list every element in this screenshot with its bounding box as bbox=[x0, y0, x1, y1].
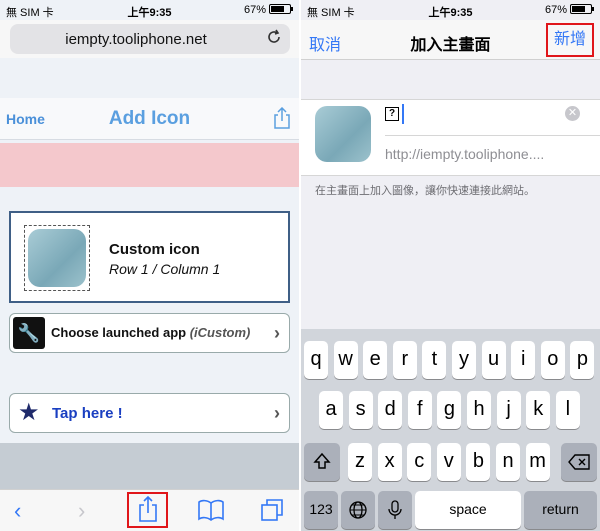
tabs-icon[interactable] bbox=[260, 498, 284, 528]
status-bar: 無 SIM 卡 上午9:35 67% bbox=[0, 0, 299, 20]
numbers-key[interactable]: 123 bbox=[304, 491, 338, 529]
wrench-icon: 🔧 bbox=[13, 317, 45, 349]
choose-app-text: Choose launched app bbox=[51, 325, 187, 340]
key-e[interactable]: e bbox=[363, 341, 388, 379]
key-k[interactable]: k bbox=[526, 391, 551, 429]
add-button[interactable]: 新增 bbox=[546, 23, 594, 57]
footer-area bbox=[0, 443, 299, 489]
keyboard: 123 space return qwertyuiop asdfghjkl zxcv… bbox=[301, 329, 600, 531]
choose-app-button[interactable]: 🔧 Choose launched app (iCustom) › bbox=[9, 313, 290, 353]
field-separator bbox=[385, 135, 600, 136]
battery-icon bbox=[570, 4, 594, 14]
globe-icon[interactable] bbox=[341, 491, 375, 529]
key-w[interactable]: w bbox=[333, 341, 358, 379]
back-icon[interactable]: ‹ bbox=[14, 498, 21, 524]
key-d[interactable]: d bbox=[378, 391, 403, 429]
text-caret bbox=[402, 104, 404, 124]
key-y[interactable]: y bbox=[452, 341, 476, 379]
bookmarks-icon[interactable] bbox=[198, 499, 224, 527]
share-icon[interactable] bbox=[273, 106, 291, 134]
forward-icon[interactable]: › bbox=[78, 498, 85, 524]
key-n[interactable]: n bbox=[496, 443, 520, 481]
dialog-navbar: 取消 加入主畫面 新增 bbox=[301, 20, 600, 60]
key-j[interactable]: j bbox=[496, 391, 521, 429]
key-q[interactable]: q bbox=[304, 341, 328, 379]
mic-icon[interactable] bbox=[378, 491, 412, 529]
icon-position: Row 1 / Column 1 bbox=[109, 261, 221, 277]
icon-preview-frame bbox=[24, 225, 90, 291]
key-x[interactable]: x bbox=[377, 443, 402, 481]
hint-text: 在主畫面上加入圖像，讓你快速連接此網站。 bbox=[315, 185, 535, 197]
delete-icon[interactable] bbox=[561, 443, 597, 481]
share-highlight-box bbox=[127, 492, 168, 528]
battery-indicator: 67% bbox=[544, 4, 594, 16]
key-z[interactable]: z bbox=[348, 443, 372, 481]
custom-icon-card[interactable]: Custom icon Row 1 / Column 1 bbox=[9, 211, 290, 303]
icon-title: Custom icon bbox=[109, 241, 200, 258]
chevron-right-icon: › bbox=[274, 403, 280, 423]
tap-here-button[interactable]: ★ Tap here ! › bbox=[9, 393, 290, 433]
key-h[interactable]: h bbox=[467, 391, 491, 429]
key-u[interactable]: u bbox=[481, 341, 506, 379]
address-bar[interactable]: iempty.tooliphone.net bbox=[10, 24, 290, 54]
key-p[interactable]: p bbox=[570, 341, 595, 379]
key-r[interactable]: r bbox=[392, 341, 417, 379]
key-a[interactable]: a bbox=[319, 391, 343, 429]
key-t[interactable]: t bbox=[422, 341, 447, 379]
tap-here-label: Tap here ! bbox=[52, 405, 123, 422]
key-c[interactable]: c bbox=[407, 443, 432, 481]
return-key[interactable]: return bbox=[524, 491, 597, 529]
key-o[interactable]: o bbox=[540, 341, 565, 379]
name-field[interactable]: ? bbox=[385, 107, 399, 121]
space-key[interactable]: space bbox=[415, 491, 521, 529]
battery-indicator: 67% bbox=[243, 4, 293, 16]
battery-percent: 67% bbox=[544, 4, 567, 16]
reload-icon[interactable] bbox=[266, 29, 282, 50]
address-bar-area: iempty.tooliphone.net bbox=[0, 20, 299, 58]
icon-preview-image bbox=[28, 229, 86, 287]
banner-area bbox=[0, 143, 299, 187]
safari-panel: 無 SIM 卡 上午9:35 67% iempty.tooliphone.net… bbox=[0, 0, 299, 531]
icon-preview-image bbox=[315, 106, 371, 162]
key-v[interactable]: v bbox=[436, 443, 461, 481]
key-b[interactable]: b bbox=[466, 443, 491, 481]
chevron-right-icon: › bbox=[274, 323, 280, 343]
key-i[interactable]: i bbox=[511, 341, 536, 379]
battery-percent: 67% bbox=[243, 4, 266, 16]
shift-icon[interactable] bbox=[304, 443, 340, 481]
key-s[interactable]: s bbox=[348, 391, 373, 429]
key-m[interactable]: m bbox=[525, 443, 550, 481]
add-home-form: ? ✕ http://iempty.tooliphone.... bbox=[301, 99, 600, 176]
battery-icon bbox=[269, 4, 293, 14]
clear-icon[interactable]: ✕ bbox=[565, 106, 580, 121]
key-f[interactable]: f bbox=[407, 391, 432, 429]
url-field: http://iempty.tooliphone.... bbox=[385, 146, 545, 162]
page-title: Add Icon bbox=[108, 108, 191, 129]
status-bar: 無 SIM 卡 上午9:35 67% bbox=[301, 0, 600, 20]
web-navbar: Home Add Icon bbox=[0, 98, 299, 140]
star-icon: ★ bbox=[18, 399, 40, 426]
key-g[interactable]: g bbox=[437, 391, 462, 429]
key-l[interactable]: l bbox=[555, 391, 580, 429]
choose-app-label: Choose launched app (iCustom) bbox=[51, 325, 250, 340]
add-to-home-panel: 無 SIM 卡 上午9:35 67% 取消 加入主畫面 新增 ? ✕ http:… bbox=[301, 0, 600, 531]
address-text: iempty.tooliphone.net bbox=[65, 31, 207, 48]
choose-app-name: (iCustom) bbox=[189, 325, 251, 340]
